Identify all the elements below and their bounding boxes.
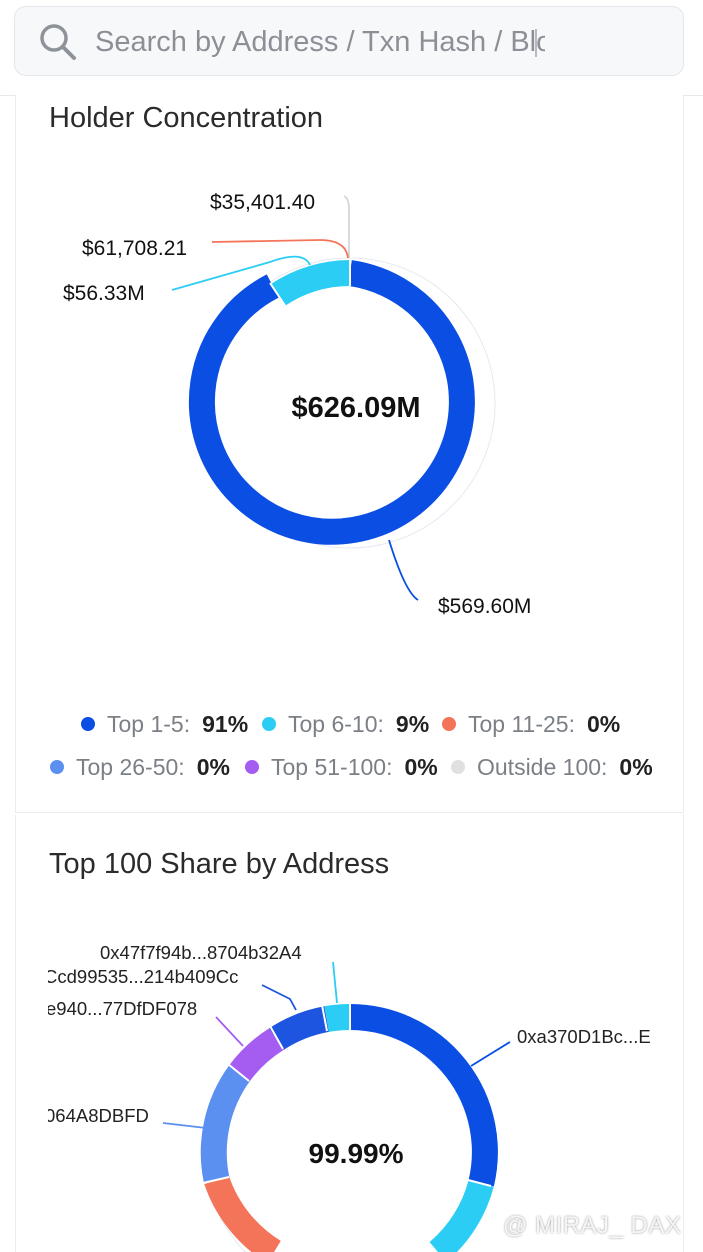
donut-center-value: 99.99% — [309, 1138, 404, 1169]
leader-addr-1 — [470, 1041, 511, 1067]
top100-donut: 0x47f7f94b...8704b32A4 Ccd99535...214b40… — [44, 942, 651, 1252]
leader-addr-5 — [162, 1122, 207, 1129]
segment-addr-2[interactable] — [429, 1179, 494, 1252]
segment-addr-3[interactable] — [269, 1006, 330, 1051]
label-addr-5: 064A8DBFD — [45, 1105, 149, 1126]
leader-addr-3 — [261, 984, 297, 1011]
label-addr-1: 0xa370D1Bc...E — [517, 1026, 651, 1047]
leader-addr-2 — [332, 961, 338, 1004]
segment-addr-4[interactable] — [228, 1028, 284, 1082]
segment-addr-2b[interactable] — [324, 1004, 351, 1032]
segment-addr-6[interactable] — [204, 1175, 282, 1252]
label-addr-4: e940...77DfDF078 — [46, 998, 197, 1019]
leader-addr-4 — [215, 1016, 244, 1047]
label-addr-3: Ccd99535...214b409Cc — [44, 966, 238, 987]
label-addr-2: 0x47f7f94b...8704b32A4 — [100, 942, 302, 963]
segment-addr-5[interactable] — [200, 1065, 251, 1183]
watermark: @ MIRAJ_ DAX — [503, 1212, 682, 1239]
